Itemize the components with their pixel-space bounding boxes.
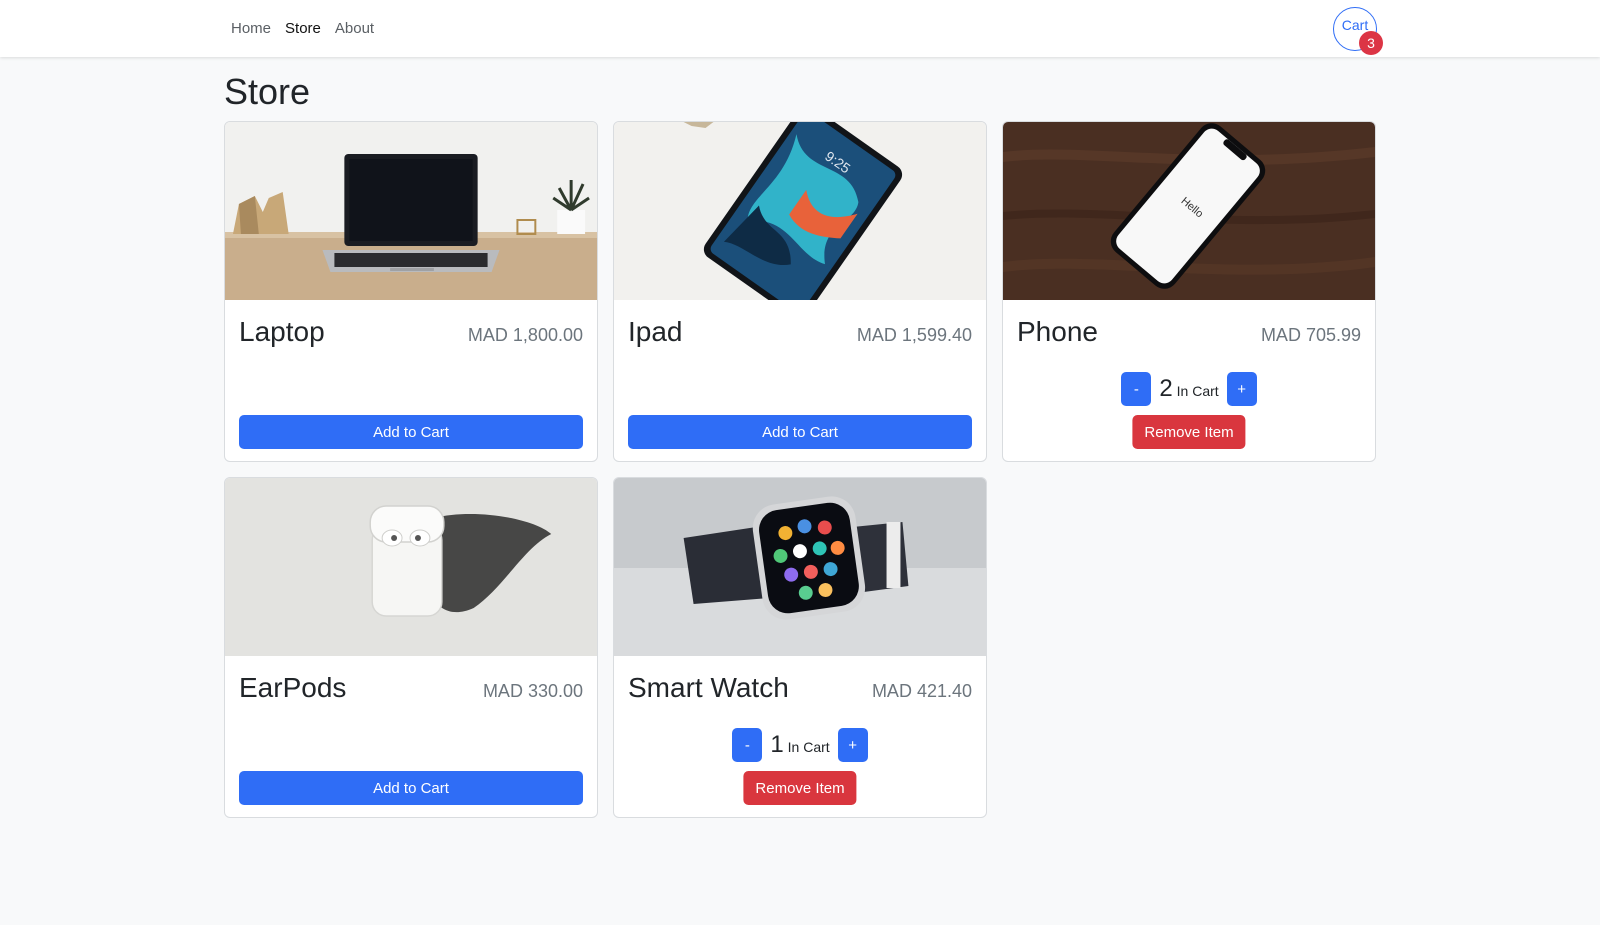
- in-cart-label: In Cart: [1176, 383, 1219, 399]
- nav-link-store[interactable]: Store: [285, 20, 321, 37]
- ipad-photo: 9:25: [614, 122, 986, 300]
- add-to-cart-button[interactable]: Add to Cart: [239, 415, 583, 449]
- product-price: MAD 705.99: [1260, 325, 1361, 345]
- product-name: EarPods: [239, 672, 347, 703]
- navbar: Home Store About Cart 3: [0, 0, 1600, 57]
- increase-quantity-button[interactable]: +: [837, 728, 868, 762]
- product-name: Ipad: [628, 316, 683, 347]
- nav-link-home[interactable]: Home: [231, 20, 271, 37]
- quantity-value: 2: [1159, 375, 1173, 402]
- remove-item-button[interactable]: Remove Item: [1132, 415, 1246, 449]
- decrease-quantity-button[interactable]: -: [732, 728, 763, 762]
- product-name: Phone: [1017, 316, 1098, 347]
- product-price: MAD 1,800.00: [467, 325, 583, 345]
- cart-count-badge: 3: [1359, 31, 1383, 55]
- in-cart-label: In Cart: [787, 739, 830, 755]
- smartwatch-photo: [614, 478, 986, 656]
- product-price: MAD 330.00: [482, 681, 583, 701]
- quantity-control: - 1 In Cart +: [614, 728, 986, 762]
- remove-item-button[interactable]: Remove Item: [743, 771, 857, 805]
- product-name: Laptop: [239, 316, 325, 347]
- product-price: MAD 421.40: [871, 681, 972, 701]
- nav-link-about[interactable]: About: [335, 20, 374, 37]
- earpods-photo: [225, 478, 597, 656]
- product-name: Smart Watch: [628, 672, 789, 703]
- quantity-value: 1: [770, 731, 784, 758]
- product-card-laptop: Laptop MAD 1,800.00 Add to Cart: [224, 121, 598, 462]
- quantity-display: 1 In Cart: [770, 731, 829, 759]
- decrease-quantity-button[interactable]: -: [1121, 372, 1152, 406]
- product-card-smart-watch: Smart Watch MAD 421.40 - 1 In Cart + Rem…: [613, 477, 987, 818]
- product-card-phone: Hello Phone MAD 705.99 - 2 In Cart + Rem…: [1002, 121, 1376, 462]
- increase-quantity-button[interactable]: +: [1226, 372, 1257, 406]
- nav-links: Home Store About: [231, 20, 374, 37]
- product-price: MAD 1,599.40: [856, 325, 972, 345]
- add-to-cart-button[interactable]: Add to Cart: [239, 771, 583, 805]
- quantity-display: 2 In Cart: [1159, 375, 1218, 403]
- quantity-control: - 2 In Cart +: [1003, 372, 1375, 406]
- cart-button[interactable]: Cart 3: [1333, 7, 1383, 55]
- product-card-ipad: 9:25 Ipad MAD 1,599.40 Add to Cart: [613, 121, 987, 462]
- laptop-photo: [225, 122, 597, 300]
- page-title: Store: [224, 71, 311, 112]
- add-to-cart-button[interactable]: Add to Cart: [628, 415, 972, 449]
- phone-photo: Hello: [1003, 122, 1375, 300]
- product-card-earpods: EarPods MAD 330.00 Add to Cart: [224, 477, 598, 818]
